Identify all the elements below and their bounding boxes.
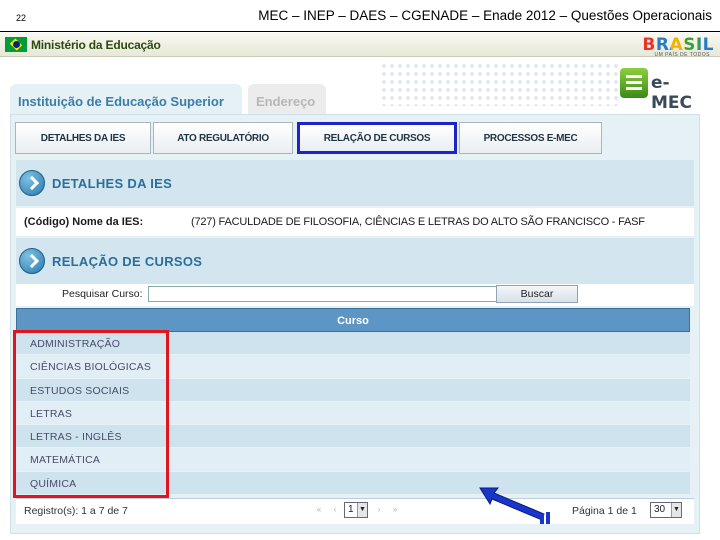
section-title: RELAÇÃO DE CURSOS [52,254,203,269]
chevron-right-circle-icon [19,170,45,196]
records-count: Registro(s): 1 a 7 de 7 [24,505,128,517]
slide-header: 22 MEC – INEP – DAES – CGENADE – Enade 2… [0,0,720,32]
page-select[interactable]: 1 ▼ [344,502,368,518]
page-size-value: 30 [654,504,666,515]
chevron-down-icon: ▼ [357,503,367,517]
pager: Registro(s): 1 a 7 de 7 « ‹ 1 ▼ › » Pági… [16,498,694,524]
government-bar: Ministério da Educação BRASIL UM PAÍS DE… [0,33,720,58]
ministry-name[interactable]: Ministério da Educação [31,38,161,52]
emec-logo-text: e-MEC [651,73,693,113]
section-header-detalhes-ies: DETALHES DA IES [16,160,694,206]
subtab-ato-regulatorio[interactable]: ATO REGULATÓRIO [153,122,293,154]
section-title: DETALHES DA IES [52,176,173,191]
ies-label: (Código) Nome da IES: [24,216,144,228]
tab-instituicao[interactable]: Instituição de Educação Superior [10,84,242,114]
section-header-relacao-cursos: RELAÇÃO DE CURSOS [16,238,694,284]
page-size-select[interactable]: 30 ▼ [650,502,682,518]
chevron-down-icon: ▼ [671,503,681,517]
search-input[interactable] [148,286,512,302]
page-select-value: 1 [348,504,354,515]
subtab-relacao-cursos[interactable]: RELAÇÃO DE CURSOS [297,122,457,154]
decorative-dots [380,62,620,106]
first-page-button[interactable]: « [312,503,326,517]
ies-value: (727) FACULDADE DE FILOSOFIA, CIÊNCIAS E… [191,216,645,228]
tab-endereco[interactable]: Endereço [248,84,326,114]
search-row: Pesquisar Curso: Buscar [16,284,694,306]
subtab-processos-emec[interactable]: PROCESSOS E-MEC [459,122,602,154]
search-label: Pesquisar Curso: [62,288,143,300]
grid-header-curso[interactable]: Curso [16,308,690,332]
prev-page-button[interactable]: ‹ [328,503,342,517]
chevron-right-circle-icon [19,248,45,274]
brazil-flag-icon [5,37,27,52]
subtab-detalhes-ies[interactable]: DETALHES DA IES [15,122,151,154]
red-highlight-box [13,330,169,498]
emec-logo[interactable]: e-MEC [620,68,710,113]
ies-details-row: (Código) Nome da IES: (727) FACULDADE DE… [16,208,694,236]
last-page-button[interactable]: » [388,503,402,517]
slide-number: 22 [16,13,27,23]
annotation-arrow-icon [479,487,550,524]
next-page-button[interactable]: › [372,503,386,517]
emec-icon [620,68,648,98]
slide-title: MEC – INEP – DAES – CGENADE – Enade 2012… [258,8,712,23]
search-button[interactable]: Buscar [496,285,578,303]
page-info: Página 1 de 1 [572,505,637,517]
